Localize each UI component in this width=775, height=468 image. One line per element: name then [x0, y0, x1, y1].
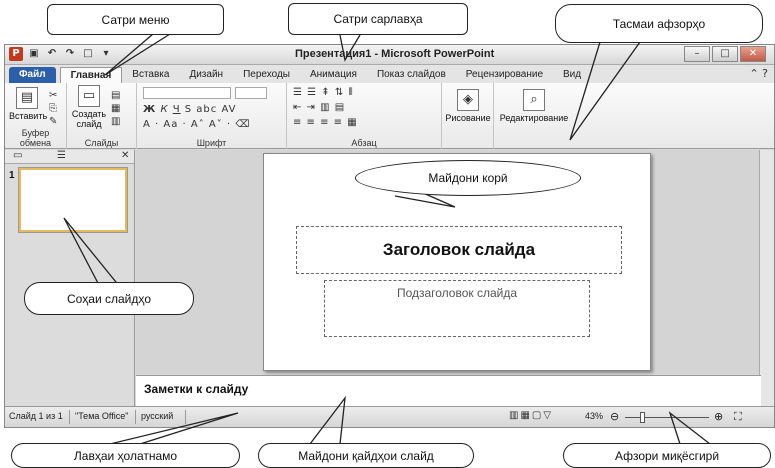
slides-tab-icon[interactable]: ▭ [13, 150, 22, 161]
tab-home[interactable]: Главная [59, 67, 123, 83]
tab-transitions[interactable]: Переходы [233, 67, 300, 83]
callout-title-bar: Сатри сарлавҳа [288, 3, 468, 35]
undo-icon[interactable]: ↶ [45, 47, 59, 61]
help-icon[interactable]: ⌃ ? [749, 67, 768, 80]
window-controls: – □ ✕ [684, 46, 766, 62]
align-tools[interactable]: ≡ ≡ ≡ ≡ ▦ [293, 117, 358, 128]
list-tools[interactable]: ☰ ☰ ⇞ ⇅ ⦀ [293, 87, 354, 98]
zoom-in-icon[interactable]: ⊕ [714, 410, 723, 423]
paragraph-group-label: Абзац [351, 138, 377, 148]
callout-menu-bar: Сатри меню [47, 4, 224, 35]
slide-editing-area: Заголовок слайда Подзаголовок слайда [136, 150, 761, 374]
theme-name[interactable]: "Тема Office" [75, 411, 128, 421]
close-pane-icon[interactable]: ✕ [121, 150, 129, 161]
font-format-tools[interactable]: Ж К Ч S abc AV [143, 104, 237, 115]
powerpoint-window: P ▣ ↶ ↷ □ ▾ Презентация1 - Microsoft Pow… [4, 44, 775, 428]
subtitle-placeholder[interactable]: Подзаголовок слайда [324, 280, 590, 337]
tab-view[interactable]: Вид [553, 67, 591, 83]
callout-zoom-tool: Афзори миқёсгирӣ [563, 443, 771, 468]
drawing-button[interactable]: ◈ Рисование [442, 89, 494, 123]
ribbon: ▤ Вставить ✂ ⎘ ✎ Буфер обмена ▭ Создать сл… [5, 83, 774, 149]
vertical-scrollbar[interactable] [759, 150, 774, 406]
tab-review[interactable]: Рецензирование [456, 67, 553, 83]
zoom-out-icon[interactable]: ⊖ [610, 410, 619, 423]
callout-status-bar: Лавҳаи ҳолатнамо [11, 443, 240, 468]
new-slide-button[interactable]: ▭ Создать слайд [71, 85, 107, 129]
zoom-percent[interactable]: 43% [585, 411, 603, 421]
new-slide-label-2: слайд [76, 119, 102, 129]
title-placeholder[interactable]: Заголовок слайда [296, 226, 622, 274]
slides-group: ▭ Создать слайд ▤ ▦ ▥ Слайды [67, 83, 137, 149]
tab-animations[interactable]: Анимация [300, 67, 367, 83]
minimize-button[interactable]: – [684, 46, 710, 62]
window-title: Презентация1 - Microsoft PowerPoint [295, 48, 495, 60]
clipboard-group-label: Буфер обмена [19, 128, 52, 148]
ribbon-tabs: Файл Главная Вставка Дизайн Переходы Ани… [5, 65, 774, 83]
editing-button[interactable]: ⌕ Редактирование [496, 89, 572, 123]
font-name-combo[interactable] [143, 87, 231, 99]
font-size-combo[interactable] [235, 87, 267, 99]
status-divider [135, 410, 136, 424]
new-slide-icon: ▭ [78, 85, 100, 107]
callout-ribbon: Тасмаи афзорҳо [555, 4, 763, 43]
customize-qat-icon[interactable]: ▾ [99, 47, 113, 61]
tab-slide-show[interactable]: Показ слайдов [367, 67, 456, 83]
maximize-button[interactable]: □ [712, 46, 738, 62]
slide-canvas[interactable]: Заголовок слайда Подзаголовок слайда [263, 153, 651, 371]
clipboard-group: ▤ Вставить ✂ ⎘ ✎ Буфер обмена [5, 83, 67, 149]
tab-insert[interactable]: Вставка [122, 67, 179, 83]
new-document-icon[interactable]: □ [81, 47, 95, 61]
status-bar: Слайд 1 из 1 "Тема Office" русский ▥▦▢▽ … [5, 406, 774, 427]
find-icon: ⌕ [523, 89, 545, 111]
slides-panel-header: ▭ ☰ ✕ [5, 150, 134, 164]
paste-button[interactable]: ▤ Вставить [9, 87, 48, 121]
notes-pane[interactable]: Заметки к слайду [136, 375, 761, 406]
view-buttons[interactable]: ▥▦▢▽ [509, 410, 553, 421]
tab-design[interactable]: Дизайн [179, 67, 233, 83]
slides-panel: ▭ ☰ ✕ 1 [5, 150, 135, 406]
callout-notes-area: Майдони қайдҳои слайд [258, 443, 474, 468]
outline-tab-icon[interactable]: ☰ [57, 150, 66, 161]
zoom-slider-thumb[interactable] [640, 412, 646, 423]
new-slide-label-1: Создать [71, 109, 107, 119]
shapes-icon: ◈ [457, 89, 479, 111]
editing-group: ⌕ Редактирование [494, 83, 574, 149]
font-group-label: Шрифт [196, 138, 227, 148]
redo-icon[interactable]: ↷ [63, 47, 77, 61]
indent-tools[interactable]: ⇤ ⇥ ▥ ▤ [293, 102, 345, 113]
status-divider [69, 410, 70, 424]
powerpoint-logo-icon: P [9, 47, 23, 61]
font-group: Ж К Ч S abc AV A · Aa · A˄ A˅ · ⌫ Шрифт [137, 83, 287, 149]
fit-to-window-icon[interactable]: ⛶ [734, 410, 742, 424]
editing-label: Редактирование [499, 113, 569, 123]
close-button[interactable]: ✕ [740, 46, 766, 62]
slide-thumbnail-number: 1 [9, 170, 15, 181]
slide-counter: Слайд 1 из 1 [9, 411, 63, 421]
save-icon[interactable]: ▣ [27, 47, 41, 61]
tab-file[interactable]: Файл [9, 67, 56, 83]
title-bar: P ▣ ↶ ↷ □ ▾ Презентация1 - Microsoft Pow… [5, 45, 774, 65]
drawing-group: ◈ Рисование [442, 83, 494, 149]
font-size-tools[interactable]: A · Aa · A˄ A˅ · ⌫ [143, 119, 250, 130]
quick-access-toolbar: P ▣ ↶ ↷ □ ▾ [9, 47, 113, 61]
zoom-slider-track[interactable] [625, 417, 709, 418]
language-indicator[interactable]: русский [141, 411, 173, 421]
slide-layout-tools[interactable]: ▤ ▦ ▥ [111, 89, 121, 128]
clipboard-icon: ▤ [16, 87, 38, 109]
drawing-label: Рисование [445, 113, 491, 123]
paragraph-group: ☰ ☰ ⇞ ⇅ ⦀ ⇤ ⇥ ▥ ▤ ≡ ≡ ≡ ≡ ▦ Абзац [287, 83, 442, 149]
status-divider [185, 410, 186, 424]
clipboard-tools[interactable]: ✂ ⎘ ✎ [49, 89, 58, 128]
slide-thumbnail[interactable] [19, 168, 127, 232]
paste-label: Вставить [9, 111, 48, 121]
slides-group-label: Слайды [84, 138, 119, 148]
